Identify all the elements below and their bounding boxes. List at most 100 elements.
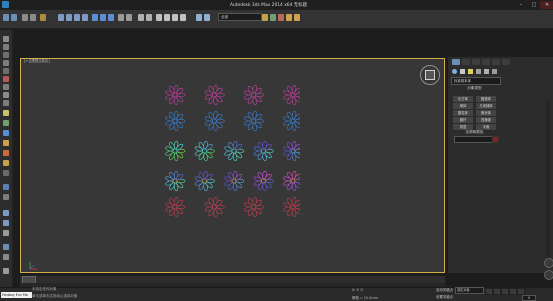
minimize-button[interactable]: –: [514, 1, 528, 9]
fire-icon[interactable]: [3, 150, 9, 156]
link-icon[interactable]: [22, 14, 28, 21]
display-icon[interactable]: [3, 60, 9, 66]
camera-icon[interactable]: [3, 130, 9, 136]
flower-mark: [204, 110, 225, 132]
geometry-icon[interactable]: [452, 69, 457, 74]
mirror-icon[interactable]: [204, 14, 210, 21]
select-by-name-icon[interactable]: [66, 14, 72, 21]
scene-explorer-icon[interactable]: [3, 36, 9, 42]
percent-snap-icon[interactable]: [172, 14, 178, 21]
create-tab[interactable]: [452, 59, 460, 65]
go-start-icon[interactable]: [485, 288, 493, 295]
cameras-icon[interactable]: [476, 69, 481, 74]
snap-icon[interactable]: [156, 14, 162, 21]
cloth-icon[interactable]: [3, 194, 9, 200]
panel-scrollbar[interactable]: [546, 100, 550, 260]
shapes-icon[interactable]: [460, 69, 465, 74]
angle-snap-icon[interactable]: [164, 14, 170, 21]
selection-filter-dropdown[interactable]: 全部: [218, 13, 262, 21]
left-tool-bar: [0, 30, 13, 300]
hierarchy-icon[interactable]: [3, 52, 9, 58]
set-key-button[interactable]: 设置关键点: [436, 294, 453, 299]
rect-region-icon[interactable]: [74, 14, 80, 21]
material-editor-icon[interactable]: [278, 14, 284, 21]
flower-mark: [204, 84, 225, 106]
lights-icon[interactable]: [468, 69, 473, 74]
teapot-icon[interactable]: [3, 210, 9, 216]
undo-icon[interactable]: [3, 14, 9, 21]
flower-mark: [194, 140, 215, 162]
orbit-icon[interactable]: [544, 258, 553, 268]
sun-icon[interactable]: [3, 140, 9, 146]
flower-mark: [243, 84, 264, 106]
viewport-label[interactable]: [+][透视][真实]: [24, 59, 50, 64]
render-setup-icon[interactable]: [286, 14, 292, 21]
render-icon[interactable]: [294, 14, 300, 21]
play-icon[interactable]: [501, 288, 509, 295]
unlink-icon[interactable]: [30, 14, 36, 21]
object-color-swatch[interactable]: [492, 136, 499, 143]
creation-type-dropdown[interactable]: 标准基本体: [451, 77, 501, 85]
go-end-icon[interactable]: [517, 288, 525, 295]
particle-icon[interactable]: [3, 160, 9, 166]
sphere-icon[interactable]: [3, 100, 9, 106]
name-color-rollout[interactable]: 名称和颜色: [452, 130, 497, 135]
grid-icon[interactable]: [3, 84, 9, 90]
object-type-rollout[interactable]: 对象类型: [452, 86, 497, 91]
maxscript-listener[interactable]: Fantasy Env Ma: [1, 292, 32, 298]
reactor-icon[interactable]: [3, 230, 9, 236]
helper-icon[interactable]: [3, 120, 9, 126]
flower-mark: [165, 110, 186, 132]
light-icon[interactable]: [3, 110, 9, 116]
prev-frame-icon[interactable]: [493, 288, 501, 295]
rotate-icon[interactable]: [100, 14, 106, 21]
flower-mark: [194, 170, 215, 192]
render-frame-icon[interactable]: [3, 244, 9, 250]
close-button[interactable]: ✕: [540, 1, 553, 9]
bind-space-warp-icon[interactable]: [40, 14, 46, 21]
spline-icon[interactable]: [3, 170, 9, 176]
utility-icon[interactable]: [3, 68, 9, 74]
app-logo-icon[interactable]: [2, 1, 9, 8]
next-frame-icon[interactable]: [509, 288, 517, 295]
flower-mark: [165, 170, 186, 192]
motion-tab[interactable]: [482, 59, 490, 65]
move-icon[interactable]: [92, 14, 98, 21]
hierarchy-tab[interactable]: [472, 59, 480, 65]
select-icon[interactable]: [58, 14, 64, 21]
prompt-line: 单击或单击并拖动以选择对象: [32, 294, 78, 298]
maximize-button[interactable]: □: [527, 1, 541, 9]
redo-icon[interactable]: [11, 14, 17, 21]
flower-pattern: [165, 84, 300, 218]
paint-icon[interactable]: [3, 76, 9, 82]
curve-editor-icon[interactable]: [270, 14, 276, 21]
ref-coord-icon[interactable]: [118, 14, 124, 21]
layer-icon[interactable]: [262, 14, 268, 21]
helpers-icon[interactable]: [484, 69, 489, 74]
material-icon[interactable]: [3, 220, 9, 226]
object-name-field[interactable]: [454, 136, 494, 143]
layers-icon[interactable]: [3, 44, 9, 50]
keyboard-shortcut-icon[interactable]: [146, 14, 152, 21]
box-icon[interactable]: [3, 92, 9, 98]
window-crossing-icon[interactable]: [82, 14, 88, 21]
pivot-icon[interactable]: [126, 14, 132, 21]
display-tab[interactable]: [492, 59, 500, 65]
flower-mark: [253, 140, 274, 162]
modify-tab[interactable]: [462, 59, 470, 65]
current-frame-field[interactable]: 0: [522, 295, 536, 301]
key-filter-dropdown[interactable]: 选定对象: [455, 287, 484, 294]
scale-icon[interactable]: [108, 14, 114, 21]
flower-mark: [253, 170, 274, 192]
auto-key-button[interactable]: 自动关键点: [436, 287, 453, 292]
utilities-tab[interactable]: [502, 59, 510, 65]
spacewarps-icon[interactable]: [492, 69, 497, 74]
batch-icon[interactable]: [3, 254, 9, 260]
view-cube-face[interactable]: [425, 70, 435, 80]
spinner-snap-icon[interactable]: [180, 14, 186, 21]
select-manipulate-icon[interactable]: [138, 14, 144, 21]
named-selection-icon[interactable]: [196, 14, 202, 21]
dynamics-icon[interactable]: [3, 184, 9, 190]
settings-icon[interactable]: [3, 268, 9, 274]
pan-icon[interactable]: [544, 270, 553, 280]
